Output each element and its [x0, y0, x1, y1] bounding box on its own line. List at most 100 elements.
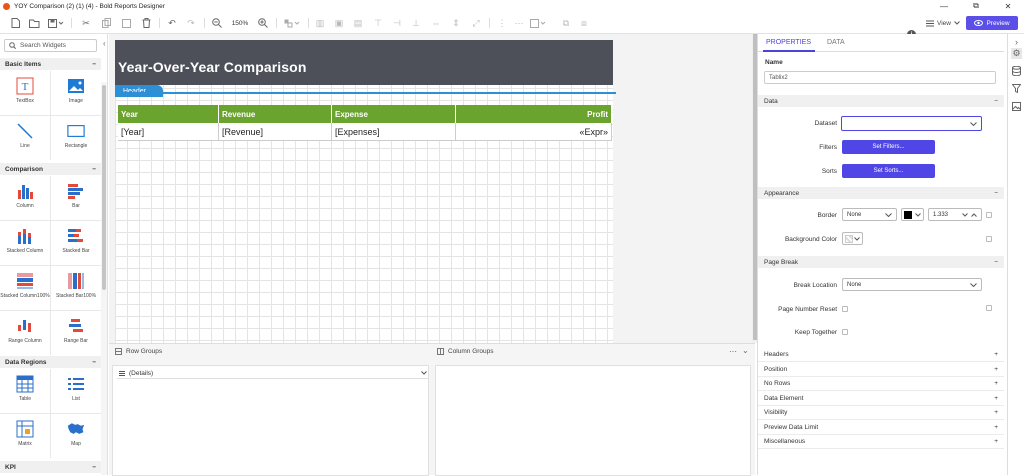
collapse-icon[interactable]: −	[92, 166, 96, 173]
column-header-year[interactable]: Year	[118, 105, 219, 123]
collapse-icon[interactable]: −	[994, 259, 998, 266]
new-icon[interactable]	[8, 16, 22, 30]
align-center-icon[interactable]: ▣	[333, 16, 345, 30]
widget-matrix[interactable]: Matrix	[0, 414, 50, 458]
keep-together-checkbox[interactable]	[842, 329, 848, 335]
view-menu-button[interactable]: View	[925, 16, 961, 30]
save-menu-icon[interactable]	[46, 16, 66, 30]
chevron-down-icon[interactable]	[421, 371, 427, 375]
page-number-reset-checkbox[interactable]	[842, 306, 848, 312]
widget-image[interactable]: Image	[51, 71, 101, 115]
border-checkbox[interactable]	[986, 212, 992, 218]
widget-range-column[interactable]: Range Column	[0, 311, 50, 355]
align-menu-icon[interactable]	[282, 16, 302, 30]
expand-icon[interactable]: +	[994, 380, 998, 387]
section-data-regions[interactable]: Data Regions −	[0, 356, 101, 368]
section-visibility[interactable]: Visibility +	[758, 406, 1004, 420]
header-tag[interactable]: Header	[115, 85, 163, 97]
background-color-picker[interactable]	[842, 232, 863, 245]
cell-revenue[interactable]: [Revenue]	[219, 123, 332, 141]
collapse-icon[interactable]: −	[92, 464, 96, 471]
section-appearance[interactable]: Appearance −	[758, 187, 1004, 199]
section-position[interactable]: Position +	[758, 363, 1004, 377]
section-no-rows[interactable]: No Rows +	[758, 377, 1004, 391]
expand-icon[interactable]: +	[994, 409, 998, 416]
more-options-icon[interactable]: ⋯	[729, 347, 737, 356]
details-group[interactable]: (Details)	[117, 368, 429, 379]
report-body[interactable]: Year-Over-Year Comparison Header Year Re…	[115, 40, 616, 343]
section-kpi[interactable]: KPI −	[0, 461, 101, 473]
tab-data[interactable]: DATA	[827, 39, 845, 46]
expand-icon[interactable]: +	[994, 366, 998, 373]
border-color-picker[interactable]	[901, 208, 924, 221]
break-location-select[interactable]: None	[842, 278, 982, 291]
border-width-stepper[interactable]: 1.333	[928, 208, 982, 221]
section-data[interactable]: Data −	[758, 95, 1004, 107]
border-style-select[interactable]: None	[842, 208, 897, 221]
section-preview-data-limit[interactable]: Preview Data Limit +	[758, 421, 1004, 435]
bring-forward-icon[interactable]: ⧉	[560, 16, 572, 30]
cell-profit[interactable]: «Expr»	[456, 123, 612, 141]
set-filters-button[interactable]: Set Filters...	[842, 140, 935, 154]
report-header-band[interactable]: Year-Over-Year Comparison	[115, 40, 613, 85]
align-middle-icon[interactable]: ⊣	[391, 16, 403, 30]
zoom-level[interactable]: 150%	[229, 16, 251, 30]
collapse-icon[interactable]: −	[994, 98, 998, 105]
collapse-panel-icon[interactable]: ‹	[103, 39, 106, 48]
order-menu-icon[interactable]	[528, 16, 548, 30]
collapse-groups-icon[interactable]: ⌄	[742, 346, 749, 355]
expand-icon[interactable]: +	[994, 395, 998, 402]
align-left-icon[interactable]: ▥	[314, 16, 326, 30]
widget-stacked-bar[interactable]: Stacked Bar	[51, 221, 101, 265]
tablix[interactable]: Year Revenue Expense Profit [Year] [Reve…	[118, 105, 612, 141]
align-right-icon[interactable]: ▤	[352, 16, 364, 30]
search-widgets-input[interactable]: Search Widgets	[4, 39, 97, 52]
section-data-element[interactable]: Data Element +	[758, 392, 1004, 406]
widget-textbox[interactable]: T TextBox	[0, 71, 50, 115]
undo-icon[interactable]: ↶	[165, 16, 179, 30]
column-header-expense[interactable]: Expense	[332, 105, 456, 123]
expand-icon[interactable]: +	[994, 438, 998, 445]
section-headers[interactable]: Headers +	[758, 348, 1004, 362]
delete-icon[interactable]	[139, 16, 153, 30]
column-header-profit[interactable]: Profit	[456, 105, 612, 123]
section-basic-items[interactable]: Basic Items −	[0, 58, 101, 70]
align-bottom-icon[interactable]: ⊥	[410, 16, 422, 30]
cell-year[interactable]: [Year]	[118, 123, 219, 141]
section-comparison[interactable]: Comparison −	[0, 163, 101, 175]
widget-stacked-column[interactable]: Stacked Column	[0, 221, 50, 265]
widget-bar[interactable]: Bar	[51, 176, 101, 220]
set-sorts-button[interactable]: Set Sorts...	[842, 164, 935, 178]
filter-icon[interactable]	[1011, 83, 1022, 94]
widget-map[interactable]: Map	[51, 414, 101, 458]
collapse-icon[interactable]: −	[92, 61, 96, 68]
widget-range-bar[interactable]: Range Bar	[51, 311, 101, 355]
name-field[interactable]: Tablix2	[764, 71, 996, 84]
same-height-icon[interactable]: ⇕	[450, 16, 462, 30]
chevron-up-icon[interactable]	[971, 212, 977, 217]
section-page-break[interactable]: Page Break −	[758, 256, 1004, 268]
same-size-icon[interactable]: ⤢	[470, 16, 482, 30]
cut-icon[interactable]: ✂	[79, 16, 93, 30]
zoom-in-icon[interactable]	[256, 16, 270, 30]
cell-expenses[interactable]: [Expenses]	[332, 123, 456, 141]
design-canvas[interactable]: Year-Over-Year Comparison Header Year Re…	[109, 34, 755, 343]
widget-column[interactable]: Column	[0, 176, 50, 220]
widget-list[interactable]: List	[51, 369, 101, 413]
preview-button[interactable]: Preview	[966, 16, 1018, 30]
gear-icon[interactable]: ⚙	[1011, 48, 1022, 59]
paste-icon[interactable]	[119, 16, 133, 30]
send-backward-icon[interactable]: ⧈	[578, 16, 590, 30]
maximize-button[interactable]: ⧉	[960, 0, 992, 12]
collapse-icon[interactable]: −	[994, 190, 998, 197]
dataset-select[interactable]	[841, 116, 982, 131]
redo-icon[interactable]: ↷	[184, 16, 198, 30]
database-icon[interactable]	[1011, 65, 1022, 76]
zoom-out-icon[interactable]	[210, 16, 224, 30]
minimize-button[interactable]: —	[928, 0, 960, 12]
collapse-icon[interactable]: −	[92, 359, 96, 366]
break-location-checkbox[interactable]	[986, 305, 992, 311]
widget-table[interactable]: Table	[0, 369, 50, 413]
widgets-scrollbar[interactable]	[101, 82, 107, 475]
same-width-icon[interactable]: ⇔	[430, 16, 442, 30]
